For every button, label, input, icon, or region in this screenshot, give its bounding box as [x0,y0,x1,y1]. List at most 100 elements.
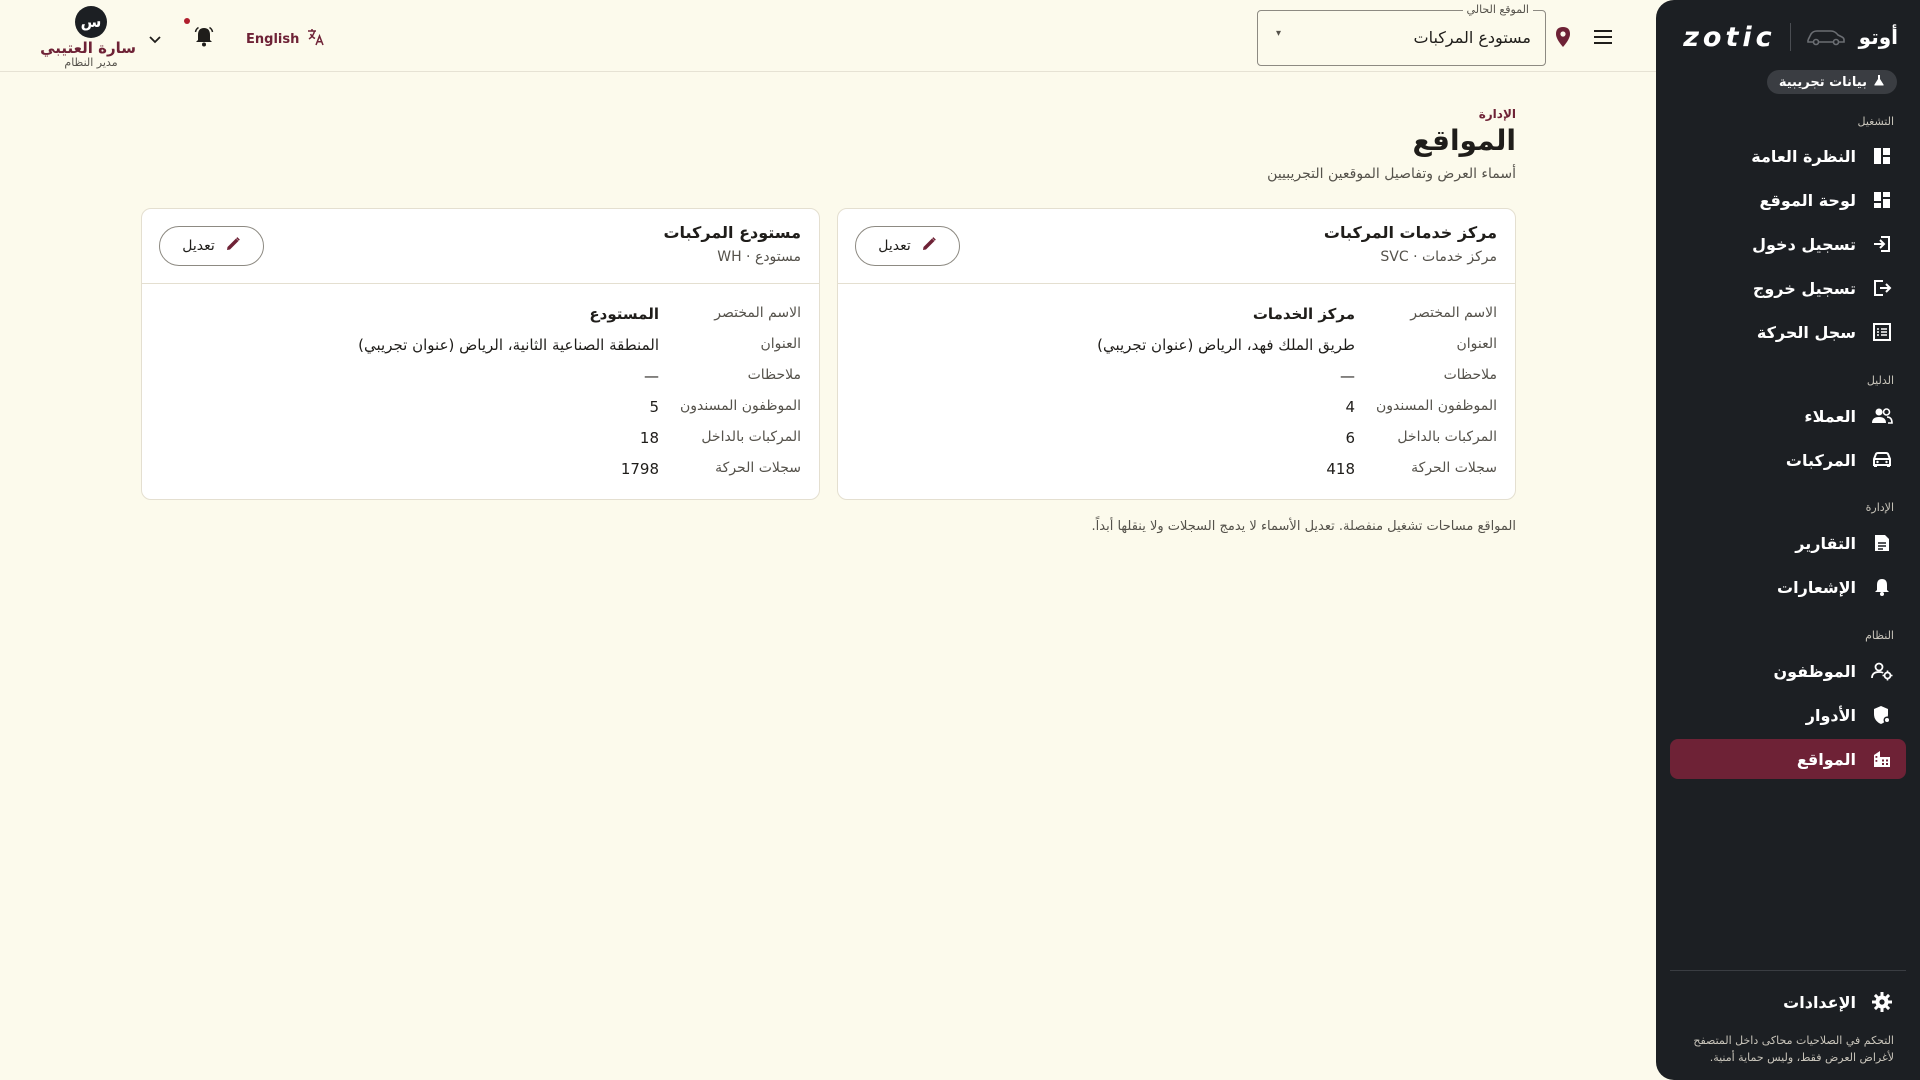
sidebar-item-settings[interactable]: الإعدادات [1670,982,1906,1022]
sidebar-item-label: النظرة العامة [1751,146,1856,166]
edit-button-label: تعديل [182,238,215,254]
pencil-icon [225,236,241,256]
location-field-value: مستودع المركبات [1413,28,1531,47]
card-header: مركز خدمات المركبات مركز خدمات · SVC تعد… [838,209,1515,284]
field-row-vehicles-inside: المركبات بالداخل 18 [160,429,801,449]
field-label: سجلات الحركة [715,460,801,476]
location-card-service-center: مركز خدمات المركبات مركز خدمات · SVC تعد… [837,208,1516,500]
field-value: طريق الملك فهد، الرياض (عنوان تجريبي) [1097,336,1355,354]
brand-name: أوتو [1858,25,1898,49]
brand-logo: zotic [1683,21,1776,53]
language-label: English [246,31,300,47]
sidebar-item-customers[interactable]: العملاء [1670,396,1906,436]
sidebar-item-label: لوحة الموقع [1759,190,1857,210]
nav-section-guide: الدليل [1866,374,1894,387]
field-row-movement-logs: سجلات الحركة 1798 [160,460,801,480]
caret-down-icon: ▾ [1276,28,1282,39]
edit-button-label: تعديل [878,238,911,254]
sidebar-item-roles[interactable]: الأدوار [1670,695,1906,735]
sidebar-divider [1670,970,1906,971]
people-icon [1870,404,1894,428]
field-row-address: العنوان المنطقة الصناعية الثانية، الرياض… [160,336,801,356]
field-value: — [1340,367,1355,385]
sidebar-item-check-out[interactable]: تسجيل خروج [1670,268,1906,308]
edit-button[interactable]: تعديل [855,226,960,266]
field-label: الاسم المختصر [1410,305,1497,321]
field-label: المركبات بالداخل [1397,429,1497,445]
language-toggle[interactable]: English [246,28,325,50]
pencil-icon [921,236,937,256]
field-value: المنطقة الصناعية الثانية، الرياض (عنوان … [358,336,659,354]
field-label: العنوان [1456,336,1497,352]
sidebar-item-label: سجل الحركة [1756,322,1856,342]
field-value: المستودع [589,305,659,323]
user-profile[interactable]: س سارة العتيبي مدير النظام [40,6,136,69]
sidebar-item-label: الإعدادات [1783,992,1856,1012]
sidebar-item-movement-log[interactable]: سجل الحركة [1670,312,1906,352]
sidebar-item-site-board[interactable]: لوحة الموقع [1670,180,1906,220]
gear-icon [1870,990,1894,1014]
sidebar-item-reports[interactable]: التقارير [1670,523,1906,563]
demo-data-badge: بيانات تجريبية [1766,70,1897,94]
flask-icon [1873,74,1885,90]
notifications-bell-icon[interactable] [193,26,215,52]
card-subtitle: مستودع · WH [717,249,801,265]
sidebar-item-check-in[interactable]: تسجيل دخول [1670,224,1906,264]
field-label: الموظفون المسندون [679,398,801,414]
sidebar-item-notifications[interactable]: الإشعارات [1670,567,1906,607]
brand: أوتو zotic [1678,20,1898,54]
field-label: المركبات بالداخل [701,429,801,445]
translate-icon [307,28,325,50]
card-subtitle: مركز خدمات · SVC [1380,249,1497,265]
field-value: 1798 [620,460,659,478]
topbar: الموقع الحالي مستودع المركبات ▾ English … [0,0,1656,72]
field-value: 18 [639,429,659,447]
location-pin-icon [1553,26,1573,52]
field-row-short-name: الاسم المختصر المستودع [160,305,801,325]
field-value: مركز الخدمات [1252,305,1355,323]
menu-icon[interactable] [1592,26,1614,52]
sidebar-item-staff[interactable]: الموظفون [1670,651,1906,691]
field-value: 418 [1326,460,1355,478]
page-subtitle: أسماء العرض وتفاصيل الموقعين التجريبيين [1267,166,1516,182]
field-row-notes: ملاحظات — [160,367,801,387]
sidebar-item-overview[interactable]: النظرة العامة [1670,136,1906,176]
field-label: ملاحظات [1443,367,1497,383]
nav-section-operation: التشغيل [1857,115,1895,128]
report-icon [1870,531,1894,555]
sidebar-item-label: الأدوار [1805,705,1856,725]
current-location-select[interactable]: الموقع الحالي مستودع المركبات ▾ [1257,3,1546,66]
field-row-notes: ملاحظات — [856,367,1497,387]
staff-gear-icon [1870,659,1894,683]
bell-icon [1870,575,1894,599]
sidebar-item-label: تسجيل خروج [1752,278,1856,298]
user-role: مدير النظام [64,56,118,69]
nav-section-system: النظام [1865,629,1894,642]
dashboard-icon [1870,144,1894,168]
card-title: مركز خدمات المركبات [1323,223,1497,242]
nav-section-management: الإدارة [1865,501,1894,514]
log-list-icon [1870,320,1894,344]
sidebar-item-locations[interactable]: المواقع [1670,739,1906,779]
field-row-movement-logs: سجلات الحركة 418 [856,460,1497,480]
field-label: الموظفون المسندون [1375,398,1497,414]
logout-icon [1870,276,1894,300]
sidebar-item-label: التقارير [1795,533,1856,553]
field-row-staff: الموظفون المسندون 4 [856,398,1497,418]
field-row-vehicles-inside: المركبات بالداخل 6 [856,429,1497,449]
grid-icon [1870,188,1894,212]
breadcrumb: الإدارة [1478,107,1516,121]
building-icon [1870,747,1894,771]
avatar: س [75,6,107,38]
location-card-warehouse: مستودع المركبات مستودع · WH تعديل الاسم … [141,208,820,500]
edit-button[interactable]: تعديل [159,226,264,266]
field-row-short-name: الاسم المختصر مركز الخدمات [856,305,1497,325]
field-value: 4 [1345,398,1355,416]
sidebar-item-vehicles[interactable]: المركبات [1670,440,1906,480]
sidebar-item-label: العملاء [1804,406,1856,426]
shield-icon [1870,703,1894,727]
field-row-staff: الموظفون المسندون 5 [160,398,801,418]
user-menu-chevron-icon[interactable] [149,30,161,49]
field-label: الاسم المختصر [714,305,801,321]
sidebar-footnote: التحكم في الصلاحيات محاكى داخل المتصفح ل… [1693,1034,1894,1064]
